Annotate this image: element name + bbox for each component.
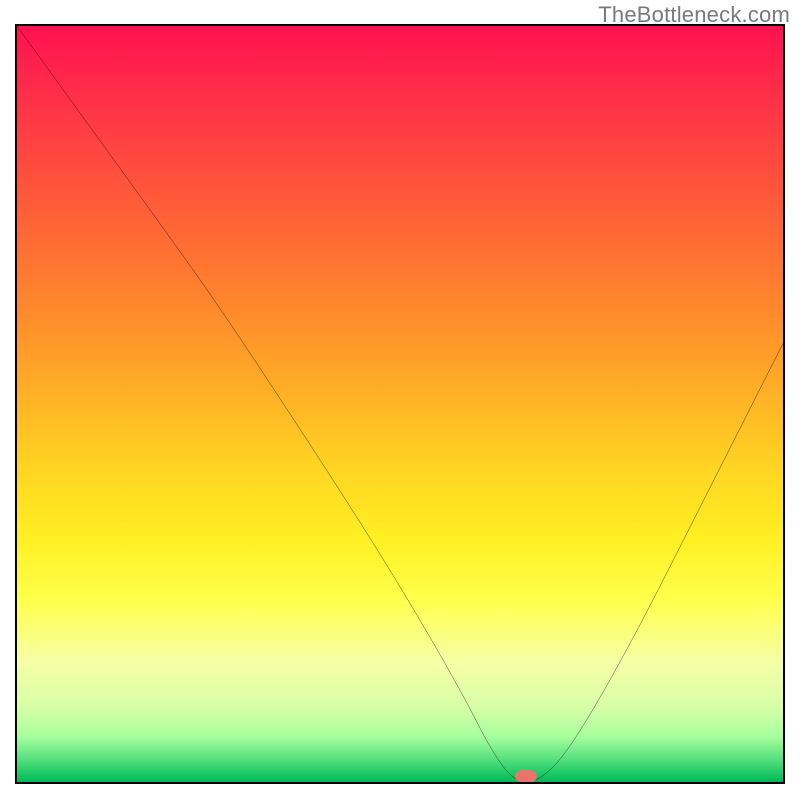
bottleneck-curve — [17, 26, 783, 782]
chart-frame — [15, 24, 785, 784]
chart-stage: TheBottleneck.com — [0, 0, 800, 800]
optimal-point-marker — [515, 770, 537, 782]
